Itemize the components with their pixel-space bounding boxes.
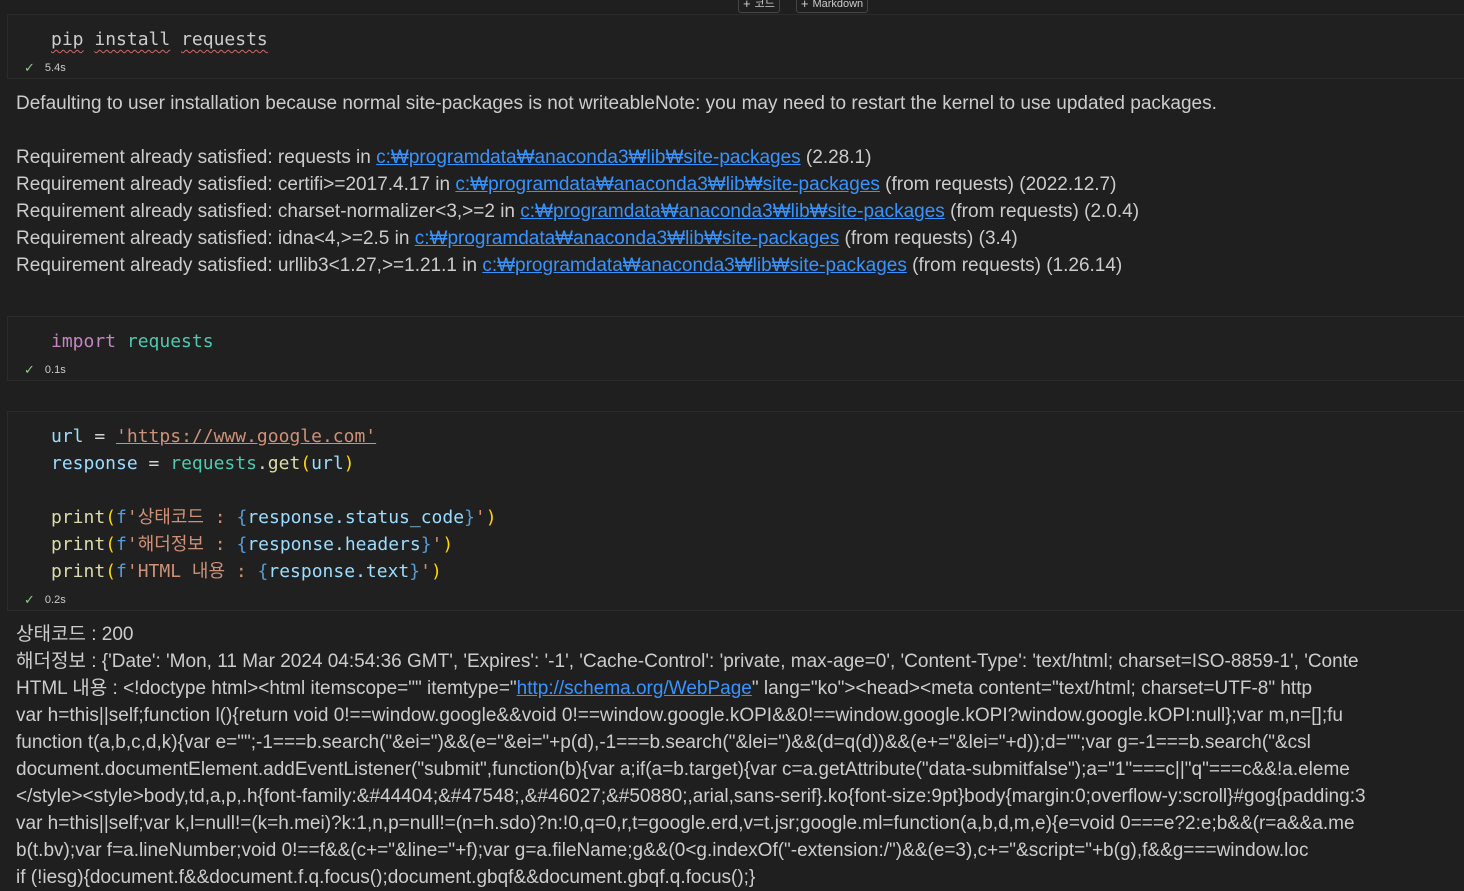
code-token-module: requests <box>170 453 257 474</box>
code-token-string: ' <box>420 561 431 582</box>
output-requirement-line: Requirement already satisfied: requests … <box>16 144 1464 171</box>
requirement-text: Requirement already satisfied: urllib3<1… <box>16 255 483 276</box>
code-editor[interactable]: url = 'https://www.google.com' response … <box>51 423 497 585</box>
check-icon: ✓ <box>24 362 35 377</box>
output-line: var h=this||self;function l(){return voi… <box>16 705 1343 726</box>
plus-icon: + <box>743 0 751 11</box>
site-packages-link[interactable]: c:₩programdata₩anaconda3₩lib₩site-packag… <box>482 255 907 276</box>
code-cell-import[interactable]: import requests ✓ 0.1s <box>7 316 1464 381</box>
output-line: document.documentElement.addEventListene… <box>16 759 1350 780</box>
requirement-version: (2.28.1) <box>800 147 872 168</box>
requirement-text: Requirement already satisfied: idna<4,>=… <box>16 228 415 249</box>
output-line: if (!iesg){document.f&&document.f.q.focu… <box>16 867 756 888</box>
code-token-string: ' <box>431 534 443 555</box>
code-token-fstring-prefix: f <box>116 507 127 528</box>
add-markdown-cell-button[interactable]: + Markdown <box>795 0 869 13</box>
requirement-text: Requirement already satisfied: charset-n… <box>16 201 521 222</box>
requirement-version: (from requests) (1.26.14) <box>906 255 1123 276</box>
cell-exec-status: ✓ 5.4s <box>24 61 66 74</box>
code-token-string: 'https://www.google.com' <box>116 426 377 447</box>
exec-time: 0.1s <box>44 363 66 376</box>
cell-exec-status: ✓ 0.2s <box>24 593 66 606</box>
add-code-cell-button[interactable]: + 코드 <box>738 0 780 13</box>
code-token-package: requests <box>181 29 268 50</box>
requirement-text: Requirement already satisfied: requests … <box>16 147 377 168</box>
code-editor[interactable]: import requests <box>51 328 214 355</box>
output-status-line: 상태코드 : 200 <box>16 624 134 645</box>
requirement-version: (from requests) (2022.12.7) <box>879 174 1117 195</box>
output-requirement-line: Requirement already satisfied: charset-n… <box>16 198 1464 225</box>
code-token-expr: response.status_code <box>247 507 465 528</box>
plus-icon: + <box>800 0 809 11</box>
schema-link[interactable]: http://schema.org/WebPage <box>517 678 752 699</box>
code-token-expr: response.text <box>268 561 410 582</box>
site-packages-link[interactable]: c:₩programdata₩anaconda3₩lib₩site-packag… <box>415 228 840 249</box>
cell-output-pip: Defaulting to user installation because … <box>16 90 1464 279</box>
code-editor[interactable]: pip install requests <box>51 26 268 53</box>
output-line: </style><style>body,td,a,p,.h{font-famil… <box>16 786 1366 807</box>
site-packages-link[interactable]: c:₩programdata₩anaconda3₩lib₩site-packag… <box>520 201 945 222</box>
site-packages-link[interactable]: c:₩programdata₩anaconda3₩lib₩site-packag… <box>455 174 880 195</box>
code-token-string: ' <box>474 507 486 528</box>
cell-exec-status: ✓ 0.1s <box>24 363 66 376</box>
code-token-pip: pip <box>51 29 84 50</box>
code-token-fstring-prefix: f <box>116 534 127 555</box>
code-token-var: url <box>51 426 84 447</box>
exec-time: 0.2s <box>44 593 66 606</box>
notebook-editor: + 코드 + Markdown pip install requests ✓ 5… <box>0 0 1464 891</box>
cell-output-requests: 상태코드 : 200 해더정보 : {'Date': 'Mon, 11 Mar … <box>16 621 1464 891</box>
code-token-import: import <box>51 331 117 352</box>
code-token-fstring-prefix: f <box>116 561 127 582</box>
code-cell-requests-get[interactable]: url = 'https://www.google.com' response … <box>7 411 1464 611</box>
output-line: b(t.bv);var f=a.lineNumber;void 0!==f&&(… <box>16 840 1309 861</box>
output-requirement-line: Requirement already satisfied: idna<4,>=… <box>16 225 1464 252</box>
output-requirement-line: Requirement already satisfied: urllib3<1… <box>16 252 1464 279</box>
add-markdown-label: Markdown <box>812 0 864 10</box>
code-token-function: get <box>267 453 301 474</box>
output-line: Defaulting to user installation because … <box>16 93 1217 114</box>
output-line: var h=this||self;var k,l=null!=(k=h.mei)… <box>16 813 1355 834</box>
html-text: HTML 내용 : <!doctype html><html itemscope… <box>16 678 517 699</box>
output-requirement-line: Requirement already satisfied: certifi>=… <box>16 171 1464 198</box>
code-token-string: '상태코드 : <box>126 507 237 528</box>
output-html-line: HTML 내용 : <!doctype html><html itemscope… <box>16 675 1464 702</box>
code-token-function: print <box>51 561 106 582</box>
output-blank-line <box>16 117 1464 144</box>
site-packages-link[interactable]: c:₩programdata₩anaconda3₩lib₩site-packag… <box>376 147 801 168</box>
output-line: function t(a,b,c,d,k){var e="";-1===b.se… <box>16 732 1311 753</box>
code-token-module: requests <box>126 331 214 352</box>
exec-time: 5.4s <box>44 61 66 74</box>
requirement-text: Requirement already satisfied: certifi>=… <box>16 174 456 195</box>
code-token-install: install <box>94 29 171 50</box>
code-token-var: url <box>311 453 344 474</box>
code-cell-pip-install[interactable]: pip install requests ✓ 5.4s <box>7 14 1464 79</box>
code-token-string: '해더정보 : <box>126 534 237 555</box>
code-token-var: response <box>51 453 138 474</box>
add-cell-toolbar: + 코드 + Markdown <box>738 0 869 13</box>
code-token-expr: response.headers <box>247 534 421 555</box>
check-icon: ✓ <box>24 60 35 75</box>
check-icon: ✓ <box>24 592 35 607</box>
html-text: " lang="ko"><head><meta content="text/ht… <box>751 678 1313 699</box>
code-token-function: print <box>51 534 106 555</box>
requirement-version: (from requests) (3.4) <box>839 228 1018 249</box>
requirement-version: (from requests) (2.0.4) <box>944 201 1140 222</box>
add-code-label: 코드 <box>754 0 775 10</box>
output-headers-line: 해더정보 : {'Date': 'Mon, 11 Mar 2024 04:54:… <box>16 651 1359 672</box>
code-token-function: print <box>51 507 106 528</box>
code-token-string: 'HTML 내용 : <box>126 561 258 582</box>
